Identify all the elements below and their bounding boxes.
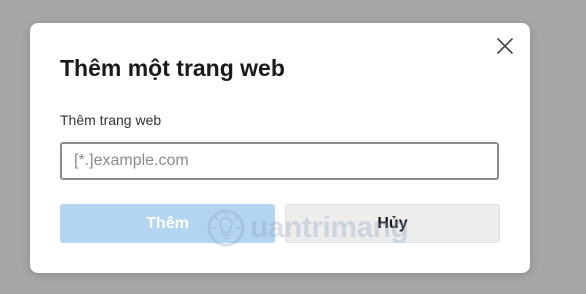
site-url-input[interactable] (60, 142, 499, 180)
add-button[interactable]: Thêm (60, 204, 275, 243)
close-button[interactable] (493, 34, 517, 58)
cancel-button[interactable]: Hủy (285, 204, 500, 243)
close-icon (497, 38, 513, 54)
dialog-title: Thêm một trang web (60, 55, 285, 81)
site-field-label: Thêm trang web (60, 112, 162, 128)
add-site-dialog: Thêm một trang web Thêm trang web Thêm H… (30, 23, 530, 273)
